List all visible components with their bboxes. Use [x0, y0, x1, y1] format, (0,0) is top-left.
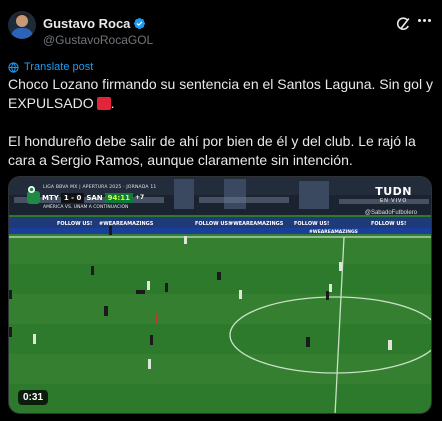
broadcaster-name: TUDN	[375, 185, 412, 198]
tweet: Gustavo Roca @GustavoRocaGOL Translate p…	[0, 0, 442, 421]
svg-text:#WEAREAMAZINGS: #WEAREAMAZINGS	[229, 221, 284, 227]
video-player[interactable]: FOLLOW US! #WEAREAMAZINGS FOLLOW US! #WE…	[8, 176, 432, 414]
translate-icon	[8, 61, 19, 73]
home-team: MTY	[42, 193, 59, 202]
verified-badge-icon	[134, 17, 146, 30]
post-paragraph-2: El hondureño debe salir de ahí por bien …	[8, 133, 416, 168]
svg-text:FOLLOW US!: FOLLOW US!	[195, 221, 230, 227]
post-line-1: Choco Lozano firmando su sentencia en el…	[8, 76, 433, 111]
match-score: 1 - 0	[60, 192, 85, 203]
svg-text:FOLLOW US!: FOLLOW US!	[294, 221, 329, 227]
avatar[interactable]	[8, 11, 36, 39]
translate-post-link[interactable]: Translate post	[8, 61, 93, 73]
post-text: Choco Lozano firmando su sentencia en el…	[8, 75, 436, 170]
author-name-row[interactable]: Gustavo Roca	[43, 16, 146, 31]
league-logo-icon	[27, 186, 40, 204]
broadcaster-live: EN VIVO	[379, 198, 408, 204]
author-handle[interactable]: @GustavoRocaGOL	[43, 33, 153, 47]
grok-icon[interactable]	[395, 16, 411, 32]
post-line-1-end: .	[110, 95, 115, 111]
match-clock: 94:11	[104, 192, 133, 203]
post-paragraph-1: Choco Lozano firmando su sentencia en el…	[8, 75, 436, 113]
scoreboard: LIGA BBVA MX | APERTURA 2025 · JORNADA 1…	[27, 185, 157, 210]
video-watermark: @SabadoFutbolero	[364, 210, 417, 216]
translate-label[interactable]: Translate post	[24, 61, 93, 73]
svg-text:FOLLOW US!: FOLLOW US!	[371, 221, 406, 227]
broadcaster-logo: TUDN EN VIVO	[375, 185, 412, 204]
scoreboard-subtitle: AMÉRICA VS. UNAM A CONTINUACIÓN	[43, 205, 129, 210]
svg-text:#WEAREAMAZINGS: #WEAREAMAZINGS	[99, 221, 154, 227]
away-team: SAN	[86, 193, 103, 202]
svg-text:FOLLOW US!: FOLLOW US!	[57, 221, 92, 227]
video-timecode: 0:31	[18, 390, 49, 405]
red-card-icon	[96, 97, 111, 110]
more-options-icon[interactable]	[418, 19, 431, 22]
scoreboard-league: LIGA BBVA MX | APERTURA 2025 · JORNADA 1…	[43, 185, 157, 190]
added-time: +7	[134, 194, 145, 201]
author-name[interactable]: Gustavo Roca	[43, 16, 130, 31]
